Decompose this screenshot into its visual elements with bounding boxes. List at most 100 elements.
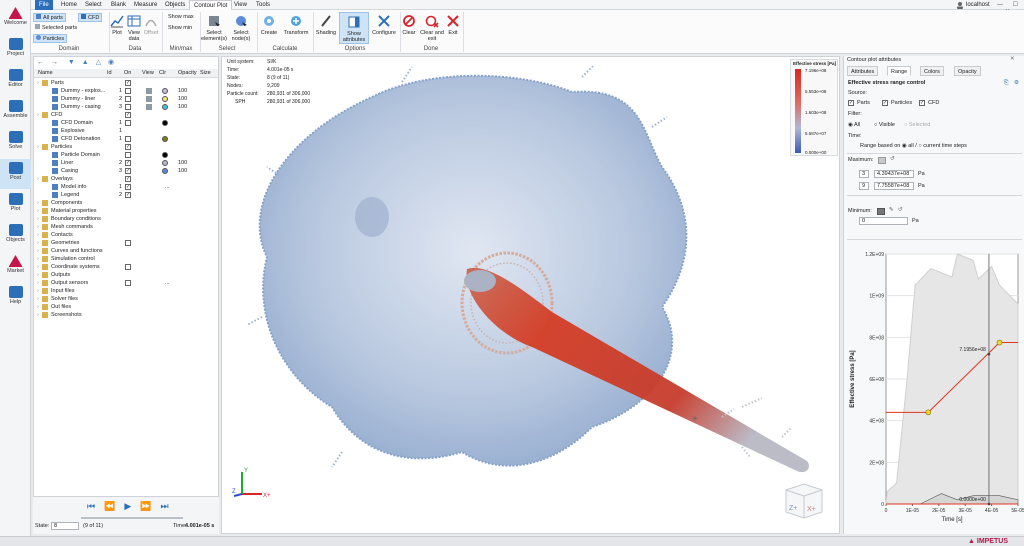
tree-row[interactable]: CFD Detonation 1: [34, 135, 218, 143]
max-row2-index[interactable]: 9: [859, 182, 869, 190]
cylinder-view-icon[interactable]: [146, 104, 152, 110]
filter-all[interactable]: ◉ All: [848, 122, 860, 128]
eye-icon[interactable]: ◉: [108, 59, 114, 66]
range-current-radio[interactable]: ○ current time steps: [918, 143, 967, 149]
tree-row[interactable]: › Input files: [34, 287, 218, 295]
max-row2-value[interactable]: 7.75587e+08: [874, 182, 914, 190]
tree-row-opacity[interactable]: 100: [178, 103, 187, 111]
menu-tools[interactable]: Tools: [252, 0, 274, 10]
last-frame-icon[interactable]: ⏭: [160, 501, 177, 511]
max-row1-value[interactable]: 4.39437e+08: [874, 170, 914, 178]
filter-icon[interactable]: ▼: [68, 59, 75, 66]
tree-row-opacity[interactable]: 100: [178, 159, 187, 167]
maximize-icon[interactable]: ☐: [1013, 2, 1018, 8]
tree-row[interactable]: › Output sensors...: [34, 279, 218, 287]
rail-item-post[interactable]: Post: [0, 159, 31, 189]
tree-row[interactable]: Dummy - casing 3 100: [34, 103, 218, 111]
tree-row-opacity[interactable]: 100: [178, 95, 187, 103]
tree-row[interactable]: Particle Domain: [34, 151, 218, 159]
tree-row[interactable]: › Material properties: [34, 207, 218, 215]
minimize-icon[interactable]: —: [997, 2, 1003, 8]
source-cfd-checkbox[interactable]: ✓: [919, 100, 925, 106]
expand-caret-icon[interactable]: ›: [37, 303, 39, 311]
user-icon[interactable]: [956, 1, 964, 9]
tree-row[interactable]: Dummy - explos... 1 100: [34, 87, 218, 95]
expand-caret-icon[interactable]: ›: [37, 231, 39, 239]
rail-item-solve[interactable]: Solve: [0, 128, 31, 158]
tree-row[interactable]: Legend 2 ✓: [34, 191, 218, 199]
shading-button[interactable]: Shading: [315, 14, 337, 36]
prev-frame-icon[interactable]: ⏪: [104, 501, 124, 511]
expand-caret-icon[interactable]: ›: [37, 111, 39, 119]
expand-caret-icon[interactable]: ›: [37, 247, 39, 255]
tree-row-more[interactable]: ...: [165, 279, 170, 287]
settings-icon[interactable]: ⚙: [1014, 80, 1019, 86]
expand-caret-icon[interactable]: ›: [37, 143, 39, 151]
expand-caret-icon[interactable]: ›: [37, 255, 39, 263]
tree-row[interactable]: Dummy - liner 2 100: [34, 95, 218, 103]
tab-opacity[interactable]: Opacity: [954, 66, 981, 76]
tree-row[interactable]: › Coordinate systems: [34, 263, 218, 271]
tree-row-color-swatch[interactable]: [162, 160, 168, 166]
tree-row-visible-checkbox[interactable]: ✓: [125, 80, 131, 86]
tree-row[interactable]: › Solver files: [34, 295, 218, 303]
tree-row[interactable]: Model info 1 ✓...: [34, 183, 218, 191]
rail-item-assemble[interactable]: Assemble: [0, 97, 31, 127]
col-opacity[interactable]: Opacity: [178, 69, 197, 78]
tree-row[interactable]: › Components: [34, 199, 218, 207]
forward-arrow-icon[interactable]: →: [51, 59, 58, 66]
cylinder-view-icon[interactable]: [146, 96, 152, 102]
play-icon[interactable]: ▶: [124, 501, 140, 511]
tree-row[interactable]: Casing 3 ✓ 100: [34, 167, 218, 175]
collapse-icon[interactable]: △: [96, 59, 101, 66]
cylinder-view-icon[interactable]: [146, 88, 152, 94]
tree-row-color-swatch[interactable]: [162, 120, 168, 126]
show-attributes-button[interactable]: Show attributes: [339, 12, 369, 44]
stress-time-chart[interactable]: 02E+084E+086E+088E+081E+091.2E+090 1E-05 2…: [844, 246, 1024, 534]
configure-button[interactable]: Configure: [371, 14, 397, 36]
tree-row[interactable]: › Mesh commands: [34, 223, 218, 231]
tab-attributes[interactable]: Attributes: [847, 66, 879, 76]
offset-button[interactable]: Offset: [143, 14, 159, 36]
back-arrow-icon[interactable]: ←: [37, 59, 44, 66]
rail-item-project[interactable]: Project: [0, 35, 31, 65]
minimum-reset-icon[interactable]: ↺: [898, 207, 903, 213]
tree-row[interactable]: › Geometries: [34, 239, 218, 247]
tree-row[interactable]: › Out files: [34, 303, 218, 311]
tree-row[interactable]: › Particles ✓: [34, 143, 218, 151]
menu-contour-plot[interactable]: Contour Plot: [189, 0, 233, 10]
expand-caret-icon[interactable]: ›: [37, 239, 39, 247]
col-view[interactable]: View: [142, 69, 154, 78]
max-row1-index[interactable]: 3: [859, 170, 869, 178]
tree-row[interactable]: › Boundary conditions: [34, 215, 218, 223]
col-id[interactable]: Id: [107, 69, 112, 78]
tree-row[interactable]: › CFD ✓: [34, 111, 218, 119]
particles-button[interactable]: Particles: [33, 34, 68, 43]
range-all-radio[interactable]: ◉ all: [902, 143, 914, 149]
menu-blank[interactable]: Blank: [107, 0, 130, 10]
tree-row-opacity[interactable]: 100: [178, 87, 187, 95]
tab-range[interactable]: Range: [887, 66, 912, 76]
tree-row[interactable]: › Screenshots: [34, 311, 218, 319]
clear-and-exit-button[interactable]: Clear and exit: [419, 14, 445, 42]
state-input[interactable]: 8: [51, 522, 79, 530]
menu-measure[interactable]: Measure: [130, 0, 161, 10]
menu-home[interactable]: Home: [57, 0, 81, 10]
rail-item-plot[interactable]: Plot: [0, 190, 31, 220]
expand-caret-icon[interactable]: ›: [37, 199, 39, 207]
expand-caret-icon[interactable]: ›: [37, 279, 39, 287]
view-cube[interactable]: Z+ X+: [784, 482, 824, 520]
tree-row-visible-checkbox[interactable]: ✓: [125, 168, 131, 174]
expand-caret-icon[interactable]: ›: [37, 175, 39, 183]
3d-viewport[interactable]: + Unit system: SI/K Time: 4.001e-05 s State:…: [221, 56, 840, 534]
tree-row-opacity[interactable]: 100: [178, 167, 187, 175]
tree-row[interactable]: › Contacts: [34, 231, 218, 239]
rail-item-welcome[interactable]: Welcome: [0, 4, 31, 34]
tree-row-visible-checkbox[interactable]: [125, 152, 131, 158]
time-slider[interactable]: [81, 517, 183, 519]
exit-button[interactable]: Exit: [446, 14, 460, 36]
col-size[interactable]: Size: [200, 69, 211, 78]
next-frame-icon[interactable]: ⏩: [140, 501, 160, 511]
tree-row-color-swatch[interactable]: [162, 96, 168, 102]
tree-row-visible-checkbox[interactable]: [125, 88, 131, 94]
